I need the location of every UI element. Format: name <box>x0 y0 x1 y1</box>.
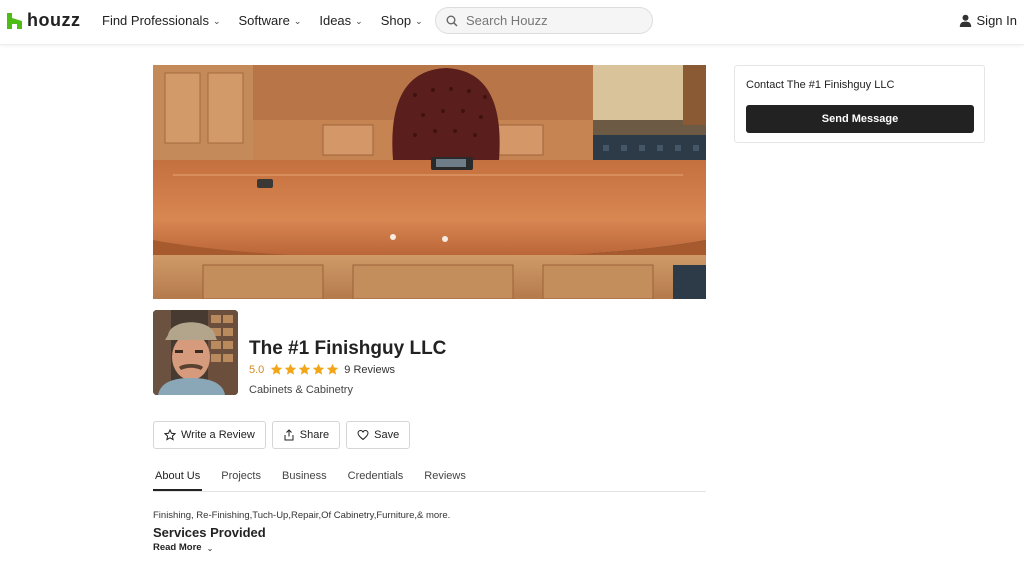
read-more-label: Read More <box>153 542 202 553</box>
nav-shop[interactable]: Shop ⌄ <box>381 13 423 28</box>
heart-icon <box>357 429 369 441</box>
chevron-down-icon: ⌄ <box>355 16 363 26</box>
action-buttons: Write a Review Share Save <box>153 421 411 449</box>
houzz-logo[interactable]: houzz <box>7 10 81 31</box>
nav-label: Find Professionals <box>102 13 209 28</box>
chevron-down-icon: ⌄ <box>206 544 214 553</box>
save-button[interactable]: Save <box>346 421 411 449</box>
avatar-photo <box>153 310 238 395</box>
star-outline-icon <box>164 429 176 441</box>
contact-title: Contact The #1 Finishguy LLC <box>746 79 895 91</box>
write-review-button[interactable]: Write a Review <box>153 421 266 449</box>
save-label: Save <box>374 429 400 441</box>
profile-tabs: About Us Projects Business Credentials R… <box>153 465 706 492</box>
rating-value: 5.0 <box>249 363 265 376</box>
nav-label: Software <box>238 13 290 28</box>
hero-photo <box>153 65 706 299</box>
rating-row: 5.0 9 Reviews <box>249 363 395 376</box>
tab-about-us[interactable]: About Us <box>153 465 203 491</box>
star-icon <box>327 363 339 375</box>
nav-software[interactable]: Software ⌄ <box>239 13 302 28</box>
tab-reviews[interactable]: Reviews <box>422 465 468 491</box>
share-button[interactable]: Share <box>271 421 341 449</box>
share-icon <box>284 429 294 441</box>
user-icon <box>959 14 971 27</box>
write-review-label: Write a Review <box>181 429 255 441</box>
search-box[interactable] <box>435 7 653 34</box>
read-more-link[interactable]: Read More ⌄ <box>153 542 213 553</box>
chevron-down-icon: ⌄ <box>415 16 423 26</box>
nav-label: Shop <box>380 13 412 28</box>
avatar[interactable] <box>153 310 238 395</box>
tab-business[interactable]: Business <box>280 465 329 491</box>
star-rating <box>270 363 339 376</box>
about-description: Finishing, Re-Finishing,Tuch-Up,Repair,O… <box>153 510 451 521</box>
send-message-button[interactable]: Send Message <box>746 105 974 133</box>
star-icon <box>285 363 297 375</box>
star-icon <box>271 363 283 375</box>
main-nav: Find Professionals ⌄ Software ⌄ Ideas ⌄ … <box>102 13 423 28</box>
reviews-count-link[interactable]: 9 Reviews <box>344 364 395 376</box>
contact-card: Contact The #1 Finishguy LLC Send Messag… <box>734 65 985 143</box>
search-input[interactable] <box>464 12 648 29</box>
sign-in-label: Sign In <box>976 13 1017 28</box>
share-label: Share <box>299 429 330 441</box>
sign-in-link[interactable]: Sign In <box>959 13 1017 28</box>
chevron-down-icon: ⌄ <box>293 16 302 26</box>
category-label: Cabinets & Cabinetry <box>249 384 353 396</box>
hero-image-desk[interactable] <box>153 65 706 299</box>
star-icon <box>299 363 311 375</box>
services-heading: Services Provided <box>153 525 266 540</box>
nav-ideas[interactable]: Ideas ⌄ <box>319 13 362 28</box>
top-navigation-bar: houzz Find Professionals ⌄ Software ⌄ Id… <box>0 0 1024 45</box>
star-icon <box>313 363 325 375</box>
page-title: The #1 Finishguy LLC <box>249 338 447 359</box>
nav-label: Ideas <box>319 13 352 28</box>
houzz-logo-icon <box>7 12 22 29</box>
logo-text: houzz <box>27 10 81 30</box>
search-icon <box>446 15 458 27</box>
chevron-down-icon: ⌄ <box>212 16 221 26</box>
tab-projects[interactable]: Projects <box>219 465 263 491</box>
tab-credentials[interactable]: Credentials <box>346 465 406 491</box>
nav-find-professionals[interactable]: Find Professionals ⌄ <box>102 13 221 28</box>
